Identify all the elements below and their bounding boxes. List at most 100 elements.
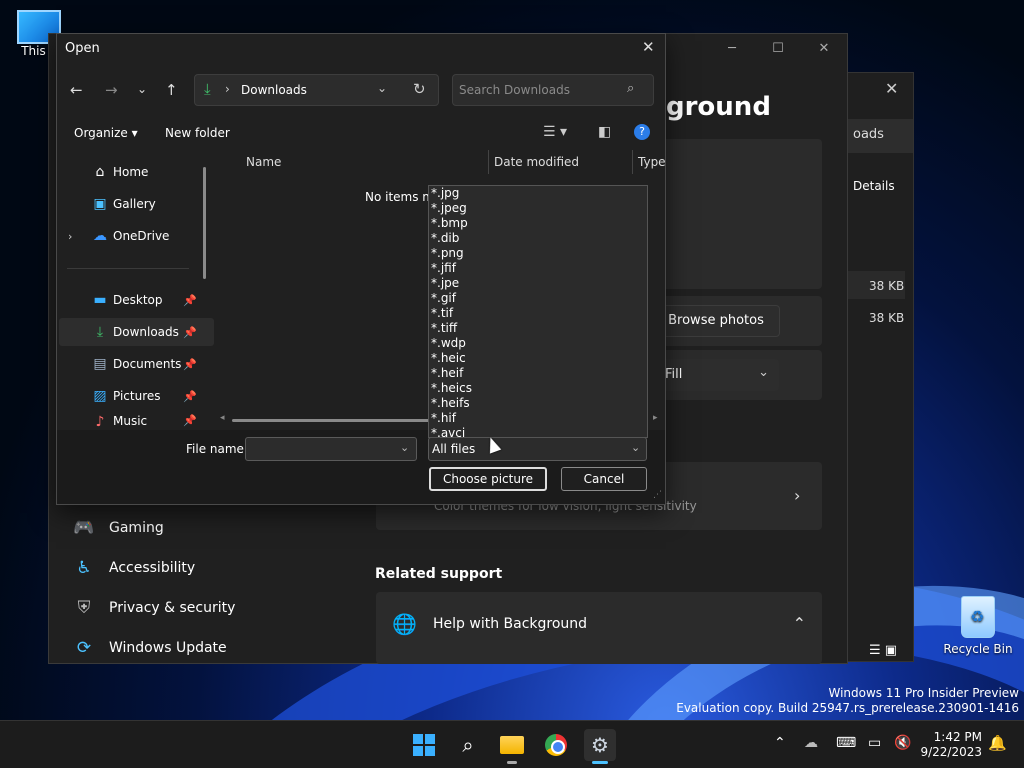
sidebar-item-home[interactable]: ⌂ Home [59, 158, 214, 186]
browse-photos-button[interactable]: Browse photos [652, 305, 780, 337]
back-arrow-icon[interactable]: ← [70, 81, 83, 99]
sidebar-item-music[interactable]: ♪ Music 📌 [59, 414, 214, 428]
maximize-icon[interactable]: ☐ [755, 34, 801, 64]
minimize-icon[interactable]: ─ [709, 34, 755, 64]
column-header-name[interactable]: Name [246, 155, 281, 169]
file-name-combobox[interactable]: ⌄ [245, 437, 417, 461]
close-icon[interactable]: ✕ [642, 38, 655, 56]
download-icon: ⤓ [96, 324, 104, 340]
recycle-bin-desktop-icon[interactable]: ♻ Recycle Bin [940, 596, 1016, 656]
keyboard-icon[interactable]: ⌨ [836, 735, 856, 751]
search-box[interactable]: ⌕ [452, 74, 654, 106]
system-clock[interactable]: 1:42 PM 9/22/2023 [918, 730, 982, 760]
clock-date: 9/22/2023 [920, 745, 982, 759]
search-icon[interactable]: ⌕ [452, 729, 484, 761]
watermark-line: Windows 11 Pro Insider Preview [828, 686, 1019, 700]
file-type-option[interactable]: *.heifs [429, 396, 647, 411]
chevron-down-icon[interactable]: ⌄ [377, 81, 387, 95]
search-icon[interactable]: ⌕ [627, 81, 634, 96]
file-type-select[interactable]: All files ⌄ [428, 437, 647, 461]
recent-locations-chevron-icon[interactable]: ⌄ [137, 82, 147, 96]
chevron-up-icon[interactable]: ⌃ [774, 735, 786, 751]
details-button[interactable]: Details [853, 179, 895, 193]
forward-arrow-icon[interactable]: → [105, 81, 118, 99]
file-type-option[interactable]: *.tif [429, 306, 647, 321]
refresh-icon[interactable]: ↻ [413, 80, 426, 98]
organize-button[interactable]: Organize ▾ [74, 126, 138, 140]
file-name-input[interactable] [250, 441, 390, 457]
view-options-icon[interactable]: ☰ ▾ [543, 124, 567, 140]
sidebar-scrollbar[interactable] [203, 167, 206, 279]
desktop-icon: ▬ [93, 292, 107, 308]
music-icon: ♪ [95, 414, 105, 428]
file-type-option[interactable]: *.hif [429, 411, 647, 426]
file-type-option[interactable]: *.avci [429, 426, 647, 437]
volume-muted-icon[interactable]: 🔇 [894, 735, 911, 751]
file-type-option[interactable]: *.heics [429, 381, 647, 396]
scroll-right-icon[interactable]: ▸ [653, 413, 658, 423]
up-arrow-icon[interactable]: ↑ [165, 81, 178, 99]
nav-accessibility[interactable]: ♿ Accessibility [73, 558, 195, 578]
preview-pane-icon[interactable]: ◧ [598, 124, 611, 140]
file-type-option[interactable]: *.dib [429, 231, 647, 246]
sidebar-item-downloads[interactable]: ⤓ Downloads 📌 [59, 318, 214, 346]
sidebar-item-onedrive[interactable]: › ☁ OneDrive [59, 222, 214, 250]
file-explorer-window[interactable]: ✕ oads Details 38 KB 38 KB ☰ ▣ [846, 72, 914, 662]
view-toggle-icons[interactable]: ☰ ▣ [869, 643, 897, 658]
settings-taskbar-button[interactable]: ⚙ [584, 729, 616, 764]
nav-privacy-security[interactable]: ⛨ Privacy & security [73, 598, 236, 618]
related-support-heading: Related support [375, 566, 503, 582]
sidebar-item-desktop[interactable]: ▬ Desktop 📌 [59, 286, 214, 314]
nav-gaming[interactable]: 🎮 Gaming [73, 518, 163, 538]
new-folder-button[interactable]: New folder [165, 126, 230, 140]
folder-icon [500, 736, 524, 754]
chevron-down-icon[interactable]: ⌄ [631, 441, 640, 454]
help-with-background-item[interactable]: 🌐 Help with Background ⌃ [376, 592, 822, 664]
sidebar-item-pictures[interactable]: ▨ Pictures 📌 [59, 382, 214, 410]
column-divider[interactable] [488, 150, 489, 174]
close-icon[interactable]: ✕ [801, 34, 847, 64]
file-type-option[interactable]: *.wdp [429, 336, 647, 351]
sidebar-label: Gallery [113, 197, 156, 211]
resize-grip-icon[interactable]: ⋰ [653, 490, 662, 500]
column-header-type[interactable]: Type [638, 155, 666, 169]
chevron-down-icon[interactable]: ⌄ [400, 441, 409, 454]
choose-picture-button[interactable]: Choose picture [429, 467, 547, 491]
notification-bell-icon[interactable]: 🔔 [988, 734, 1007, 752]
nav-windows-update[interactable]: ⟳ Windows Update [73, 638, 227, 658]
column-header-date-modified[interactable]: Date modified [494, 155, 579, 169]
address-bar[interactable]: ⤓ › Downloads ⌄ ↻ [194, 74, 439, 106]
file-type-option[interactable]: *.heic [429, 351, 647, 366]
horizontal-scrollbar[interactable] [232, 419, 432, 422]
download-icon: ⤓ [204, 80, 211, 98]
chrome-taskbar-button[interactable] [540, 729, 572, 761]
file-type-option[interactable]: *.jfif [429, 261, 647, 276]
scroll-left-icon[interactable]: ◂ [220, 413, 225, 423]
chevron-up-icon[interactable]: ⌃ [793, 614, 806, 633]
explorer-tab[interactable]: oads [847, 119, 913, 153]
sidebar-item-documents[interactable]: ▤ Documents 📌 [59, 350, 214, 378]
onedrive-offline-icon[interactable]: ☁ [804, 735, 818, 751]
column-divider[interactable] [632, 150, 633, 174]
file-type-option[interactable]: *.heif [429, 366, 647, 381]
file-type-dropdown-list[interactable]: *.jpg *.jpeg *.bmp *.dib *.png *.jfif *.… [428, 185, 648, 438]
close-icon[interactable]: ✕ [885, 79, 898, 98]
chevron-right-icon[interactable]: › [68, 230, 72, 243]
file-type-option[interactable]: *.jpg [429, 186, 647, 201]
file-type-option[interactable]: *.jpe [429, 276, 647, 291]
cancel-button[interactable]: Cancel [561, 467, 647, 491]
sidebar-item-gallery[interactable]: ▣ Gallery [59, 190, 214, 218]
network-icon[interactable]: ▭ [868, 735, 881, 751]
nav-label: Accessibility [109, 560, 196, 576]
search-input[interactable] [459, 81, 619, 99]
start-button[interactable] [408, 729, 440, 761]
file-type-option[interactable]: *.bmp [429, 216, 647, 231]
help-icon[interactable]: ? [634, 124, 650, 140]
chevron-right-icon: › [794, 486, 801, 505]
fit-dropdown[interactable]: Fill ⌄ [659, 359, 779, 391]
file-type-option[interactable]: *.tiff [429, 321, 647, 336]
file-type-option[interactable]: *.png [429, 246, 647, 261]
file-explorer-taskbar-button[interactable] [496, 729, 528, 764]
file-type-option[interactable]: *.jpeg [429, 201, 647, 216]
file-type-option[interactable]: *.gif [429, 291, 647, 306]
